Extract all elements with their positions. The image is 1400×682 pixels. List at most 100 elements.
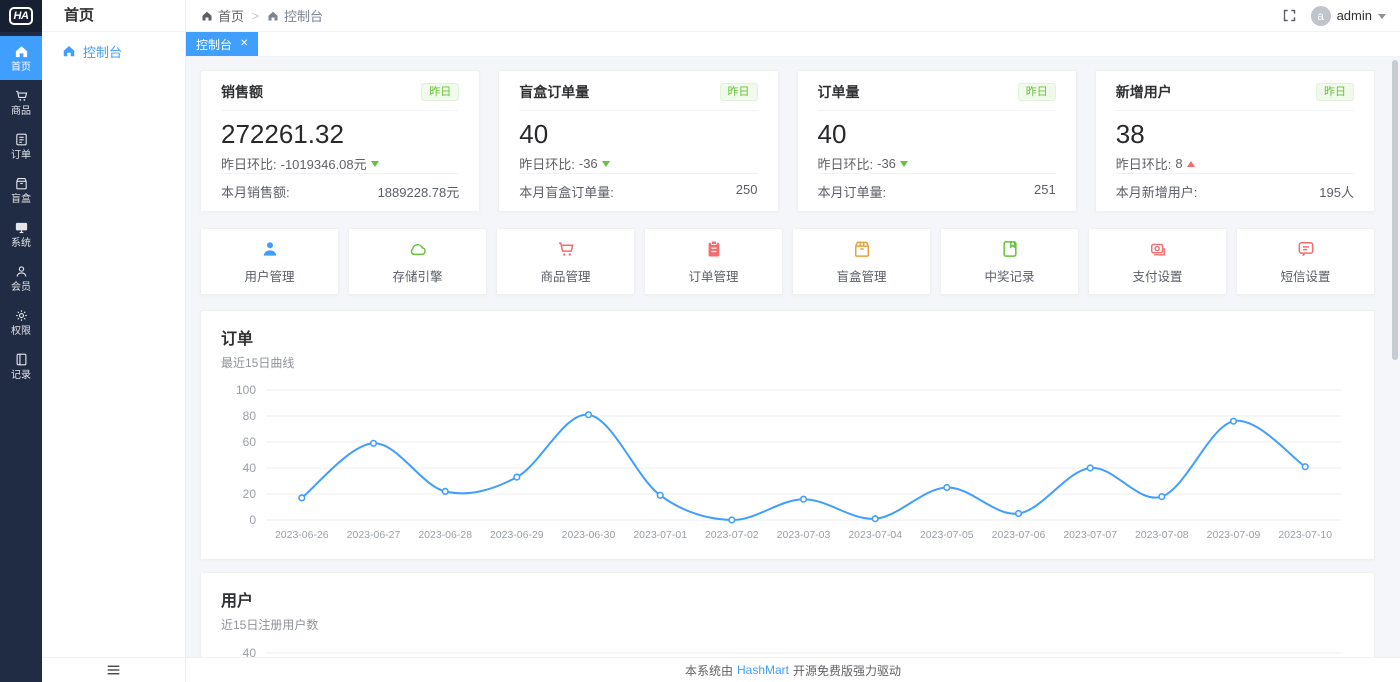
logo-text: HA: [9, 7, 34, 25]
stat-card-new-users: 新增用户 昨日 38 昨日环比: 8 本月新增用户: 195人: [1095, 70, 1375, 212]
svg-text:2023-07-03: 2023-07-03: [777, 529, 831, 541]
app-logo[interactable]: HA: [0, 0, 42, 32]
shortcut-label: 存储引擎: [392, 266, 442, 285]
svg-text:2023-06-28: 2023-06-28: [418, 529, 472, 541]
stat-card-orders: 订单量 昨日 40 昨日环比: -36 本月订单量: 251: [797, 70, 1077, 212]
gear-icon: [14, 308, 29, 323]
tab-console[interactable]: 控制台 ✕: [186, 32, 258, 56]
compare-value: -36: [877, 156, 896, 171]
order-doc-icon: [14, 132, 29, 147]
stat-footer-label: 本月盲盒订单量:: [519, 182, 614, 201]
divider: [519, 110, 757, 111]
sidebar-item-system[interactable]: 系统: [0, 212, 42, 256]
svg-text:2023-07-04: 2023-07-04: [848, 529, 902, 541]
shortcut-payment-settings[interactable]: 支付设置: [1088, 228, 1227, 295]
stat-card-row: 销售额 昨日 272261.32 昨日环比: -1019346.08元 本月销售…: [200, 70, 1375, 212]
user-menu[interactable]: a admin: [1311, 6, 1386, 26]
footer-brand-link[interactable]: HashMart: [737, 663, 789, 677]
chart-subtitle: 近15日注册用户数: [221, 616, 1354, 633]
sidebar-item-records[interactable]: 记录: [0, 344, 42, 388]
breadcrumb-item-console[interactable]: 控制台: [267, 6, 323, 25]
sidebar-item-orders[interactable]: 订单: [0, 124, 42, 168]
svg-text:20: 20: [243, 487, 257, 501]
vertical-scrollbar[interactable]: [1392, 60, 1398, 360]
compare-label: 昨日环比:: [519, 154, 575, 173]
stat-footer-label: 本月销售额:: [221, 182, 290, 201]
sidebar-item-label: 盲盒: [11, 194, 31, 205]
shortcut-goods-management[interactable]: 商品管理: [496, 228, 635, 295]
stat-card-blindbox-orders: 盲盒订单量 昨日 40 昨日环比: -36 本月盲盒订单量: 250: [498, 70, 778, 212]
stat-value: 40: [519, 119, 757, 149]
shortcut-label: 用户管理: [244, 266, 294, 285]
shortcut-user-management[interactable]: 用户管理: [200, 228, 339, 295]
sidebar-item-goods[interactable]: 商品: [0, 80, 42, 124]
fullscreen-icon: [1282, 8, 1297, 23]
breadcrumb-label: 控制台: [284, 6, 323, 25]
breadcrumb-item-home[interactable]: 首页: [201, 6, 244, 25]
sidebar-item-permissions[interactable]: 权限: [0, 300, 42, 344]
footer-text-prefix: 本系统由: [685, 662, 733, 679]
svg-text:2023-07-09: 2023-07-09: [1207, 529, 1261, 541]
stat-value: 38: [1116, 119, 1354, 149]
sidebar-item-label: 会员: [11, 282, 31, 293]
top-header: 首页 > 控制台 a admin: [186, 0, 1400, 32]
fullscreen-button[interactable]: [1281, 7, 1299, 25]
user-icon: [260, 239, 280, 259]
breadcrumb-separator: >: [252, 9, 259, 23]
shortcut-label: 短信设置: [1280, 266, 1330, 285]
svg-text:2023-07-01: 2023-07-01: [633, 529, 687, 541]
box-icon: [14, 176, 29, 191]
compare-value: -36: [579, 156, 598, 171]
stat-footer-value: 195人: [1319, 182, 1354, 201]
orders-line-chart: 1008060402002023-06-262023-06-272023-06-…: [221, 383, 1356, 545]
section-title: 首页: [42, 0, 185, 32]
chevron-down-icon: [1378, 14, 1386, 19]
sidebar-item-label: 商品: [11, 106, 31, 117]
shortcut-label: 中奖记录: [984, 266, 1034, 285]
page-footer: 本系统由 HashMart 开源免费版强力驱动: [186, 657, 1400, 682]
breadcrumb-label: 首页: [218, 6, 244, 25]
breadcrumb: 首页 > 控制台: [201, 6, 323, 25]
svg-text:2023-07-07: 2023-07-07: [1063, 529, 1117, 541]
svg-text:2023-06-29: 2023-06-29: [490, 529, 544, 541]
sidebar-item-home[interactable]: 首页: [0, 36, 42, 80]
compare-label: 昨日环比:: [1116, 154, 1172, 173]
stat-value: 272261.32: [221, 119, 459, 149]
sidebar-item-label: 记录: [11, 370, 31, 381]
divider: [818, 173, 1056, 174]
yesterday-badge: 昨日: [720, 83, 758, 101]
stat-value: 40: [818, 119, 1056, 149]
shortcut-order-management[interactable]: 订单管理: [644, 228, 783, 295]
primary-menu: 首页 商品 订单 盲盒 系统 会员: [0, 36, 42, 388]
submenu-item-console[interactable]: 控制台: [42, 32, 185, 70]
shortcut-winning-records[interactable]: 中奖记录: [940, 228, 1079, 295]
shortcut-sms-settings[interactable]: 短信设置: [1236, 228, 1375, 295]
collapse-sidebar-button[interactable]: [42, 657, 185, 682]
svg-text:2023-06-30: 2023-06-30: [562, 529, 616, 541]
divider: [221, 110, 459, 111]
sidebar-item-members[interactable]: 会员: [0, 256, 42, 300]
sidebar-item-blindbox[interactable]: 盲盒: [0, 168, 42, 212]
stat-title: 订单量: [818, 82, 860, 102]
stat-title: 销售额: [221, 82, 263, 102]
stat-footer-value: 1889228.78元: [378, 182, 460, 201]
yesterday-badge: 昨日: [1316, 83, 1354, 101]
gift-box-icon: [852, 239, 872, 259]
shortcut-storage-engine[interactable]: 存储引擎: [348, 228, 487, 295]
cart-icon: [14, 88, 29, 103]
tab-close-icon[interactable]: ✕: [240, 39, 248, 49]
svg-text:2023-07-05: 2023-07-05: [920, 529, 974, 541]
svg-text:2023-06-27: 2023-06-27: [347, 529, 401, 541]
clipboard-icon: [704, 239, 724, 259]
home-icon: [267, 10, 279, 22]
message-icon: [1296, 239, 1316, 259]
divider: [818, 110, 1056, 111]
tab-label: 控制台: [196, 36, 232, 53]
svg-text:40: 40: [243, 461, 257, 475]
sidebar-item-label: 系统: [11, 238, 31, 249]
shortcut-blindbox-management[interactable]: 盲盒管理: [792, 228, 931, 295]
trend-caret-icon: [900, 161, 908, 167]
svg-text:80: 80: [243, 409, 257, 423]
svg-text:100: 100: [236, 383, 256, 397]
chart-subtitle: 最近15日曲线: [221, 354, 1354, 371]
